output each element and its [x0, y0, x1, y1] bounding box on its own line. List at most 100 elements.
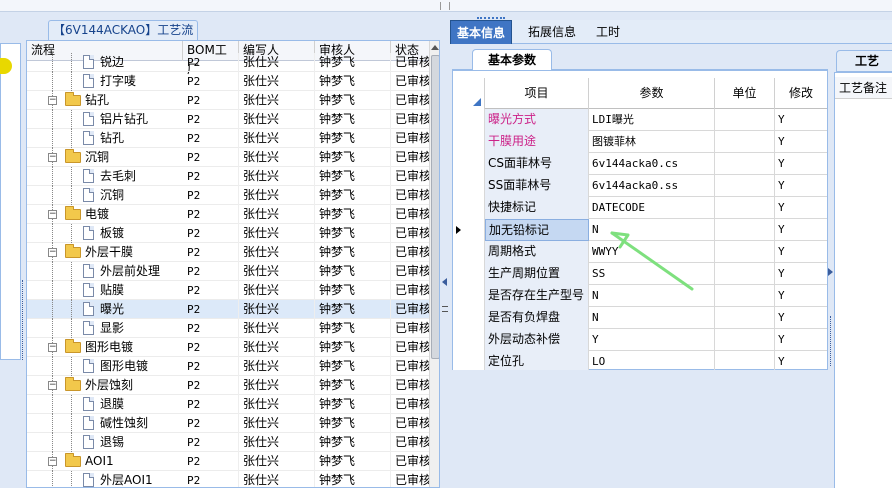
tree-node-label[interactable]: 外层干膜	[85, 243, 133, 262]
row-header[interactable]	[453, 329, 485, 351]
column-header-unit[interactable]: 单位	[715, 78, 775, 109]
unit-cell[interactable]	[715, 263, 775, 285]
tree-row[interactable]: − 沉铜 P2 张仕兴 钟梦飞 已审核	[27, 148, 429, 167]
column-header-item[interactable]: 项目	[485, 78, 589, 109]
param-cell[interactable]: 6v144acka0.cs	[589, 153, 715, 175]
modify-cell[interactable]: Y	[775, 153, 827, 175]
collapse-toggle-icon[interactable]: −	[48, 381, 57, 390]
row-header[interactable]	[453, 285, 485, 307]
param-cell[interactable]: Y	[589, 329, 715, 351]
unit-cell[interactable]	[715, 219, 775, 241]
tree-node-label[interactable]: 去毛刺	[100, 167, 136, 186]
tree-row[interactable]: − 图形电镀 P2 张仕兴 钟梦飞 已审核	[27, 338, 429, 357]
scroll-thumb[interactable]	[431, 55, 439, 359]
row-header[interactable]	[453, 175, 485, 197]
middle-splitter[interactable]	[440, 20, 450, 488]
item-cell[interactable]: 干膜用途	[485, 131, 589, 153]
tree-node-label[interactable]: 显影	[100, 319, 124, 338]
tree-row[interactable]: 图形电镀 P2 张仕兴 钟梦飞 已审核	[27, 357, 429, 376]
row-header[interactable]	[453, 219, 485, 241]
modify-cell[interactable]: Y	[775, 307, 827, 329]
param-row[interactable]: 曝光方式 LDI曝光 Y	[453, 109, 827, 131]
param-row[interactable]: 外层动态补偿 Y Y	[453, 329, 827, 351]
tab-process-notes[interactable]: 工艺	[836, 50, 892, 72]
tree-row[interactable]: 曝光 P2 张仕兴 钟梦飞 已审核	[27, 300, 429, 319]
tree-row[interactable]: 退膜 P2 张仕兴 钟梦飞 已审核	[27, 395, 429, 414]
tree-node-label[interactable]: 碱性蚀刻	[100, 414, 148, 433]
tree-node-label[interactable]: AOI1	[85, 452, 114, 471]
column-header-param[interactable]: 参数	[589, 78, 715, 109]
modify-cell[interactable]: Y	[775, 109, 827, 131]
param-row[interactable]: CS面菲林号 6v144acka0.cs Y	[453, 153, 827, 175]
tree-node-label[interactable]: 外层AOI1	[100, 471, 153, 487]
tree-node-label[interactable]: 电镀	[85, 205, 109, 224]
item-cell[interactable]: 是否有负焊盘	[485, 307, 589, 329]
tab-extended-info[interactable]: 拓展信息	[522, 20, 582, 44]
grid-corner[interactable]	[453, 78, 485, 109]
tree-row[interactable]: 打字唛 P2 张仕兴 钟梦飞 已审核	[27, 72, 429, 91]
row-header[interactable]	[453, 197, 485, 219]
param-cell[interactable]: 图镀菲林	[589, 131, 715, 153]
tab-work-hours[interactable]: 工时	[590, 20, 626, 44]
tree-scrollbar[interactable]	[429, 41, 439, 487]
collapse-toggle-icon[interactable]: −	[48, 153, 57, 162]
row-header[interactable]	[453, 131, 485, 153]
modify-cell[interactable]: Y	[775, 197, 827, 219]
param-row[interactable]: 是否有负焊盘 N Y	[453, 307, 827, 329]
unit-cell[interactable]	[715, 241, 775, 263]
unit-cell[interactable]	[715, 197, 775, 219]
tree-row[interactable]: − AOI1 P2 张仕兴 钟梦飞 已审核	[27, 452, 429, 471]
unit-cell[interactable]	[715, 109, 775, 131]
tree-row[interactable]: − 钻孔 P2 张仕兴 钟梦飞 已审核	[27, 91, 429, 110]
modify-cell[interactable]: Y	[775, 263, 827, 285]
tree-node-label[interactable]: 沉铜	[100, 186, 124, 205]
tree-row[interactable]: 铝片钻孔 P2 张仕兴 钟梦飞 已审核	[27, 110, 429, 129]
tab-basic-params[interactable]: 基本参数	[472, 49, 552, 70]
item-cell[interactable]: 快捷标记	[485, 197, 589, 219]
tree-row[interactable]: 去毛刺 P2 张仕兴 钟梦飞 已审核	[27, 167, 429, 186]
tree-node-label[interactable]: 曝光	[100, 300, 124, 319]
tree-node-label[interactable]: 贴膜	[100, 281, 124, 300]
tree-row[interactable]: 退锡 P2 张仕兴 钟梦飞 已审核	[27, 433, 429, 452]
modify-cell[interactable]: Y	[775, 175, 827, 197]
tree-node-label[interactable]: 打字唛	[100, 72, 136, 91]
row-header[interactable]	[453, 241, 485, 263]
row-header[interactable]	[453, 307, 485, 329]
param-row[interactable]: SS面菲林号 6v144acka0.ss Y	[453, 175, 827, 197]
modify-cell[interactable]: Y	[775, 131, 827, 153]
collapse-toggle-icon[interactable]: −	[48, 210, 57, 219]
tree-row[interactable]: − 外层蚀刻 P2 张仕兴 钟梦飞 已审核	[27, 376, 429, 395]
tree-node-label[interactable]: 板镀	[100, 224, 124, 243]
tree-node-label[interactable]: 外层前处理	[100, 262, 160, 281]
unit-cell[interactable]	[715, 153, 775, 175]
tree-row[interactable]: 贴膜 P2 张仕兴 钟梦飞 已审核	[27, 281, 429, 300]
tree-row[interactable]: 外层前处理 P2 张仕兴 钟梦飞 已审核	[27, 262, 429, 281]
item-cell[interactable]: 外层动态补偿	[485, 329, 589, 351]
scroll-up-icon[interactable]	[431, 45, 439, 50]
tree-row[interactable]: 钻孔 P2 张仕兴 钟梦飞 已审核	[27, 129, 429, 148]
param-cell[interactable]: 6v144acka0.ss	[589, 175, 715, 197]
tree-node-label[interactable]: 钻孔	[85, 91, 109, 110]
param-cell[interactable]: DATECODE	[589, 197, 715, 219]
item-cell[interactable]: CS面菲林号	[485, 153, 589, 175]
modify-cell[interactable]: Y	[775, 219, 827, 241]
tree-row[interactable]: 外层AOI1 P2 张仕兴 钟梦飞 已审核	[27, 471, 429, 487]
param-cell[interactable]: N	[589, 307, 715, 329]
tree-node-label[interactable]: 图形电镀	[85, 338, 133, 357]
collapse-toggle-icon[interactable]: −	[48, 457, 57, 466]
tree-node-label[interactable]: 锐边	[100, 53, 124, 72]
item-cell[interactable]: 加无铅标记	[485, 219, 589, 241]
tree-row[interactable]: 锐边 P2 张仕兴 钟梦飞 已审核	[27, 53, 429, 72]
tree-node-label[interactable]: 退膜	[100, 395, 124, 414]
tree-node-label[interactable]: 钻孔	[100, 129, 124, 148]
tree-row[interactable]: 碱性蚀刻 P2 张仕兴 钟梦飞 已审核	[27, 414, 429, 433]
param-row[interactable]: 干膜用途 图镀菲林 Y	[453, 131, 827, 153]
unit-cell[interactable]	[715, 285, 775, 307]
item-cell[interactable]: 周期格式	[485, 241, 589, 263]
item-cell[interactable]: SS面菲林号	[485, 175, 589, 197]
param-cell[interactable]: LDI曝光	[589, 109, 715, 131]
modify-cell[interactable]: Y	[775, 329, 827, 351]
tree-row[interactable]: − 电镀 P2 张仕兴 钟梦飞 已审核	[27, 205, 429, 224]
collapse-toggle-icon[interactable]: −	[48, 343, 57, 352]
collapse-toggle-icon[interactable]: −	[48, 248, 57, 257]
